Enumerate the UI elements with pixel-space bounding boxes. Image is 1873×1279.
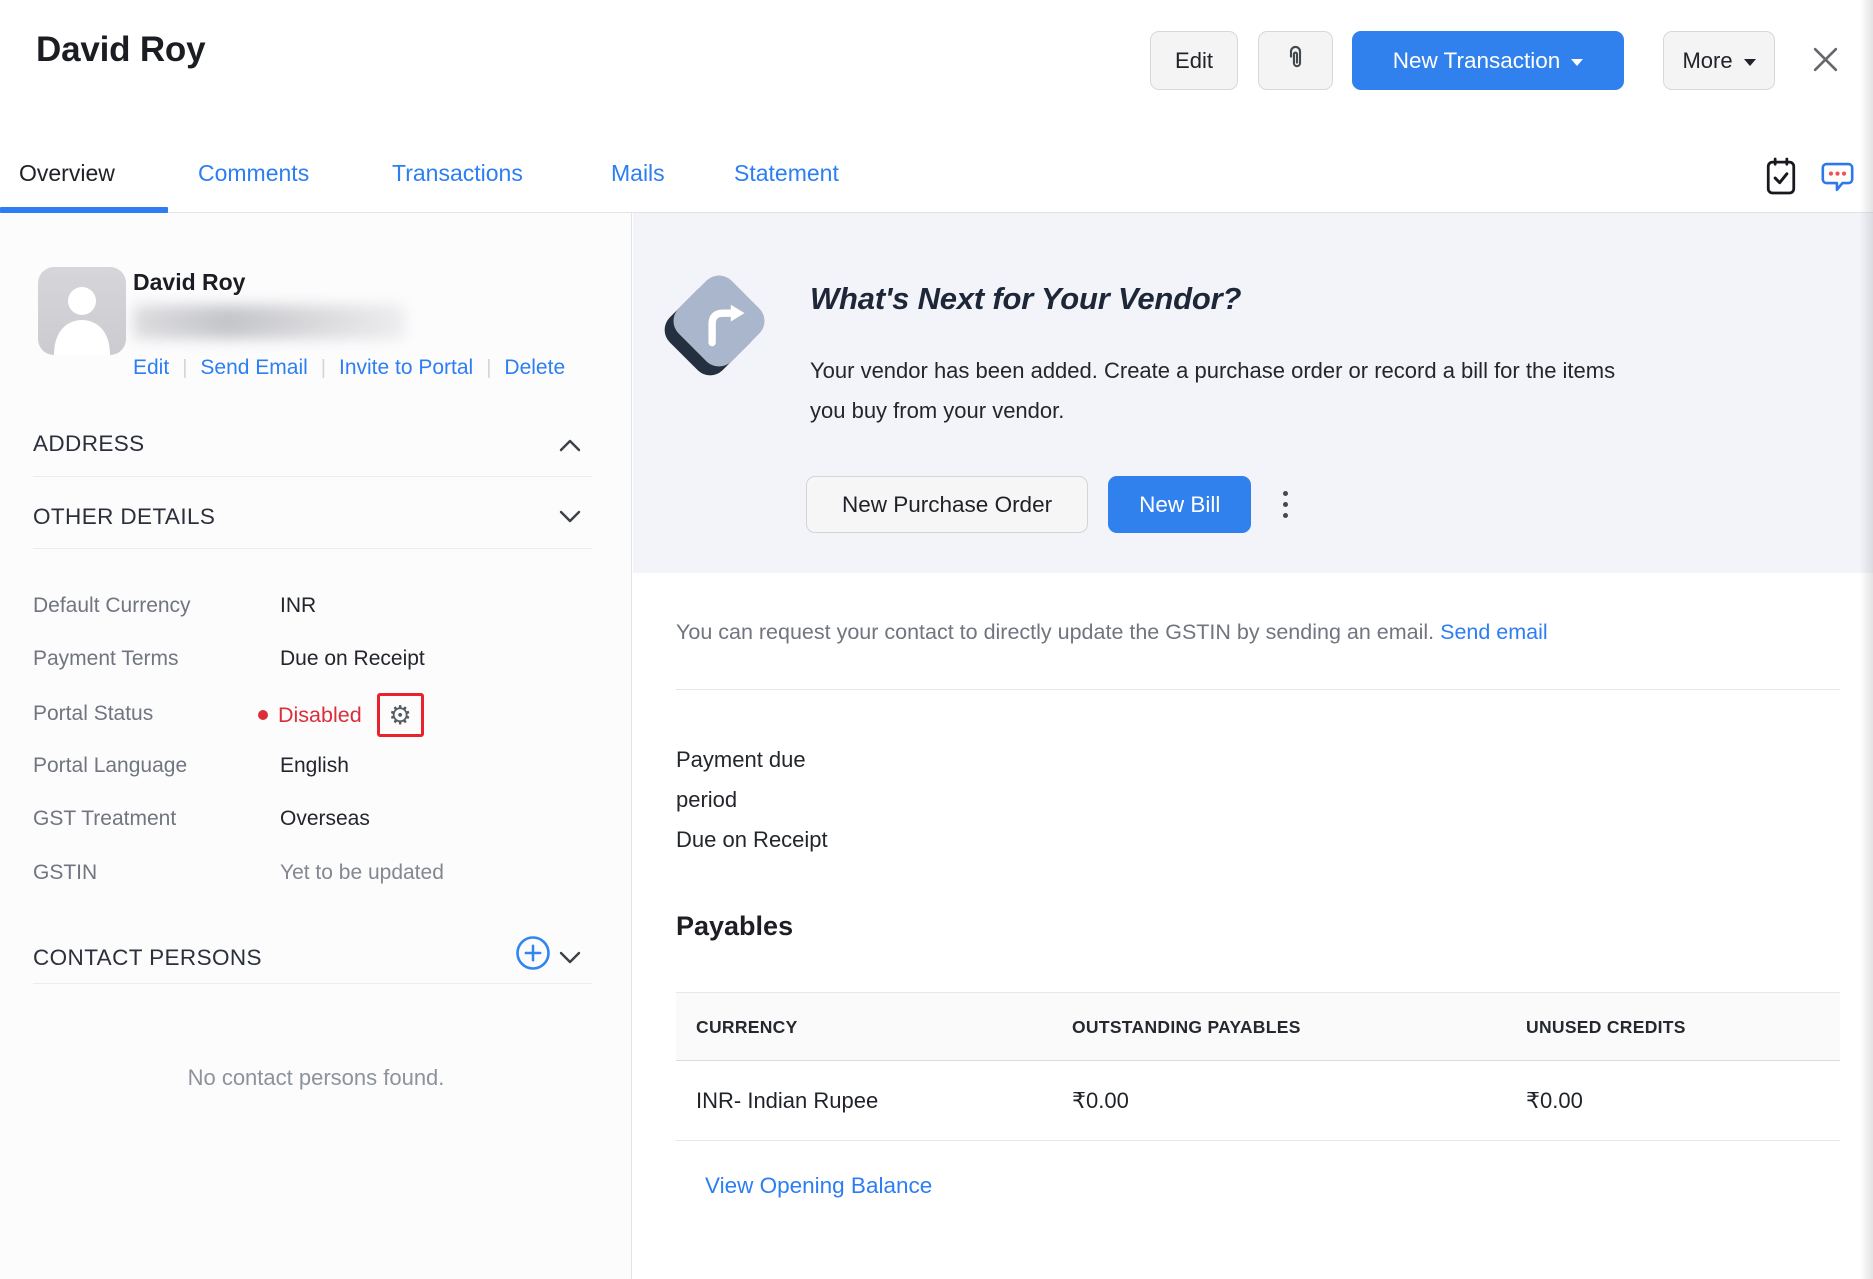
payables-title: Payables: [676, 911, 793, 942]
tab-overview[interactable]: Overview: [19, 160, 115, 187]
new-transaction-button[interactable]: New Transaction: [1352, 31, 1624, 90]
edit-button[interactable]: Edit: [1150, 31, 1238, 90]
status-dot: [258, 710, 268, 720]
contact-sidebar: David Roy Edit| Send Email| Invite to Po…: [0, 213, 632, 1279]
invite-portal-link[interactable]: Invite to Portal: [339, 356, 473, 380]
vendor-details-page: David Roy Edit New Transaction More Over…: [0, 0, 1873, 1279]
contact-action-links: Edit| Send Email| Invite to Portal| Dele…: [133, 356, 565, 380]
payables-table-header: CURRENCY OUTSTANDING PAYABLES UNUSED CRE…: [676, 992, 1840, 1061]
tab-comments[interactable]: Comments: [198, 160, 309, 187]
paperclip-icon: [1282, 44, 1309, 77]
chevron-down-icon[interactable]: [559, 951, 581, 969]
chevron-down-icon: [1571, 59, 1583, 66]
col-outstanding-payables: OUTSTANDING PAYABLES: [1072, 993, 1301, 1062]
detail-default-currency: Default Currency INR: [0, 594, 632, 624]
divider: [33, 476, 592, 477]
new-purchase-order-button[interactable]: New Purchase Order: [806, 476, 1088, 533]
whats-next-description: Your vendor has been added. Create a pur…: [810, 351, 1615, 431]
close-icon[interactable]: [1806, 40, 1844, 78]
view-opening-balance-link[interactable]: View Opening Balance: [705, 1173, 932, 1199]
contact-name: David Roy: [133, 269, 245, 296]
gstin-notice: You can request your contact to directly…: [676, 620, 1548, 645]
cell-unused: ₹0.00: [1526, 1061, 1583, 1141]
overview-main-panel: What's Next for Your Vendor? Your vendor…: [633, 213, 1873, 1279]
section-address[interactable]: ADDRESS: [33, 431, 145, 457]
section-other-details[interactable]: OTHER DETAILS: [33, 504, 215, 530]
divider: [676, 689, 1840, 690]
detail-gst-treatment: GST Treatment Overseas: [0, 807, 632, 837]
add-contact-person-icon[interactable]: [515, 935, 551, 971]
payables-table: CURRENCY OUTSTANDING PAYABLES UNUSED CRE…: [676, 992, 1840, 1141]
tab-bar: Overview Comments Transactions Mails Sta…: [0, 140, 1873, 213]
delete-link[interactable]: Delete: [504, 356, 565, 380]
col-unused-credits: UNUSED CREDITS: [1526, 993, 1686, 1062]
cell-outstanding: ₹0.00: [1072, 1061, 1129, 1141]
chevron-down-icon: [1744, 59, 1756, 66]
tab-statement[interactable]: Statement: [734, 160, 839, 187]
chevron-up-icon[interactable]: [559, 439, 581, 457]
payment-due-period: Payment due period Due on Receipt: [676, 740, 846, 860]
detail-portal-status: Portal Status Disabled ⚙: [0, 691, 632, 739]
detail-gstin: GSTIN Yet to be updated: [0, 861, 632, 891]
send-email-gstin-link[interactable]: Send email: [1440, 620, 1548, 644]
divider: [33, 983, 592, 984]
gear-icon[interactable]: ⚙: [389, 702, 412, 728]
chevron-down-icon[interactable]: [559, 510, 581, 528]
detail-payment-terms: Payment Terms Due on Receipt: [0, 647, 632, 677]
section-contact-persons[interactable]: CONTACT PERSONS: [33, 945, 262, 971]
portal-settings-highlight[interactable]: ⚙: [377, 693, 424, 737]
tasks-clipboard-icon[interactable]: [1758, 153, 1804, 199]
tab-transactions[interactable]: Transactions: [392, 160, 523, 187]
divider: [33, 548, 592, 549]
col-currency: CURRENCY: [696, 993, 798, 1062]
attachment-button[interactable]: [1258, 31, 1333, 90]
cell-currency: INR- Indian Rupee: [696, 1061, 878, 1141]
empty-contacts-message: No contact persons found.: [0, 1065, 632, 1091]
portal-status-value: Disabled: [278, 703, 362, 728]
avatar: [38, 267, 126, 355]
comments-chat-icon[interactable]: [1814, 153, 1860, 199]
tab-mails[interactable]: Mails: [611, 160, 665, 187]
redacted-email: [133, 305, 405, 339]
more-button[interactable]: More: [1663, 31, 1775, 90]
whats-next-banner: What's Next for Your Vendor? Your vendor…: [633, 213, 1873, 573]
new-bill-button[interactable]: New Bill: [1108, 476, 1251, 533]
kebab-menu-icon[interactable]: [1277, 485, 1294, 524]
page-title: David Roy: [36, 30, 205, 70]
detail-portal-language: Portal Language English: [0, 754, 632, 784]
whats-next-title: What's Next for Your Vendor?: [810, 281, 1241, 317]
contact-edit-link[interactable]: Edit: [133, 356, 169, 380]
turn-right-diamond-icon: [660, 262, 778, 385]
table-row: INR- Indian Rupee ₹0.00 ₹0.00: [676, 1061, 1840, 1141]
send-email-link[interactable]: Send Email: [200, 356, 307, 380]
